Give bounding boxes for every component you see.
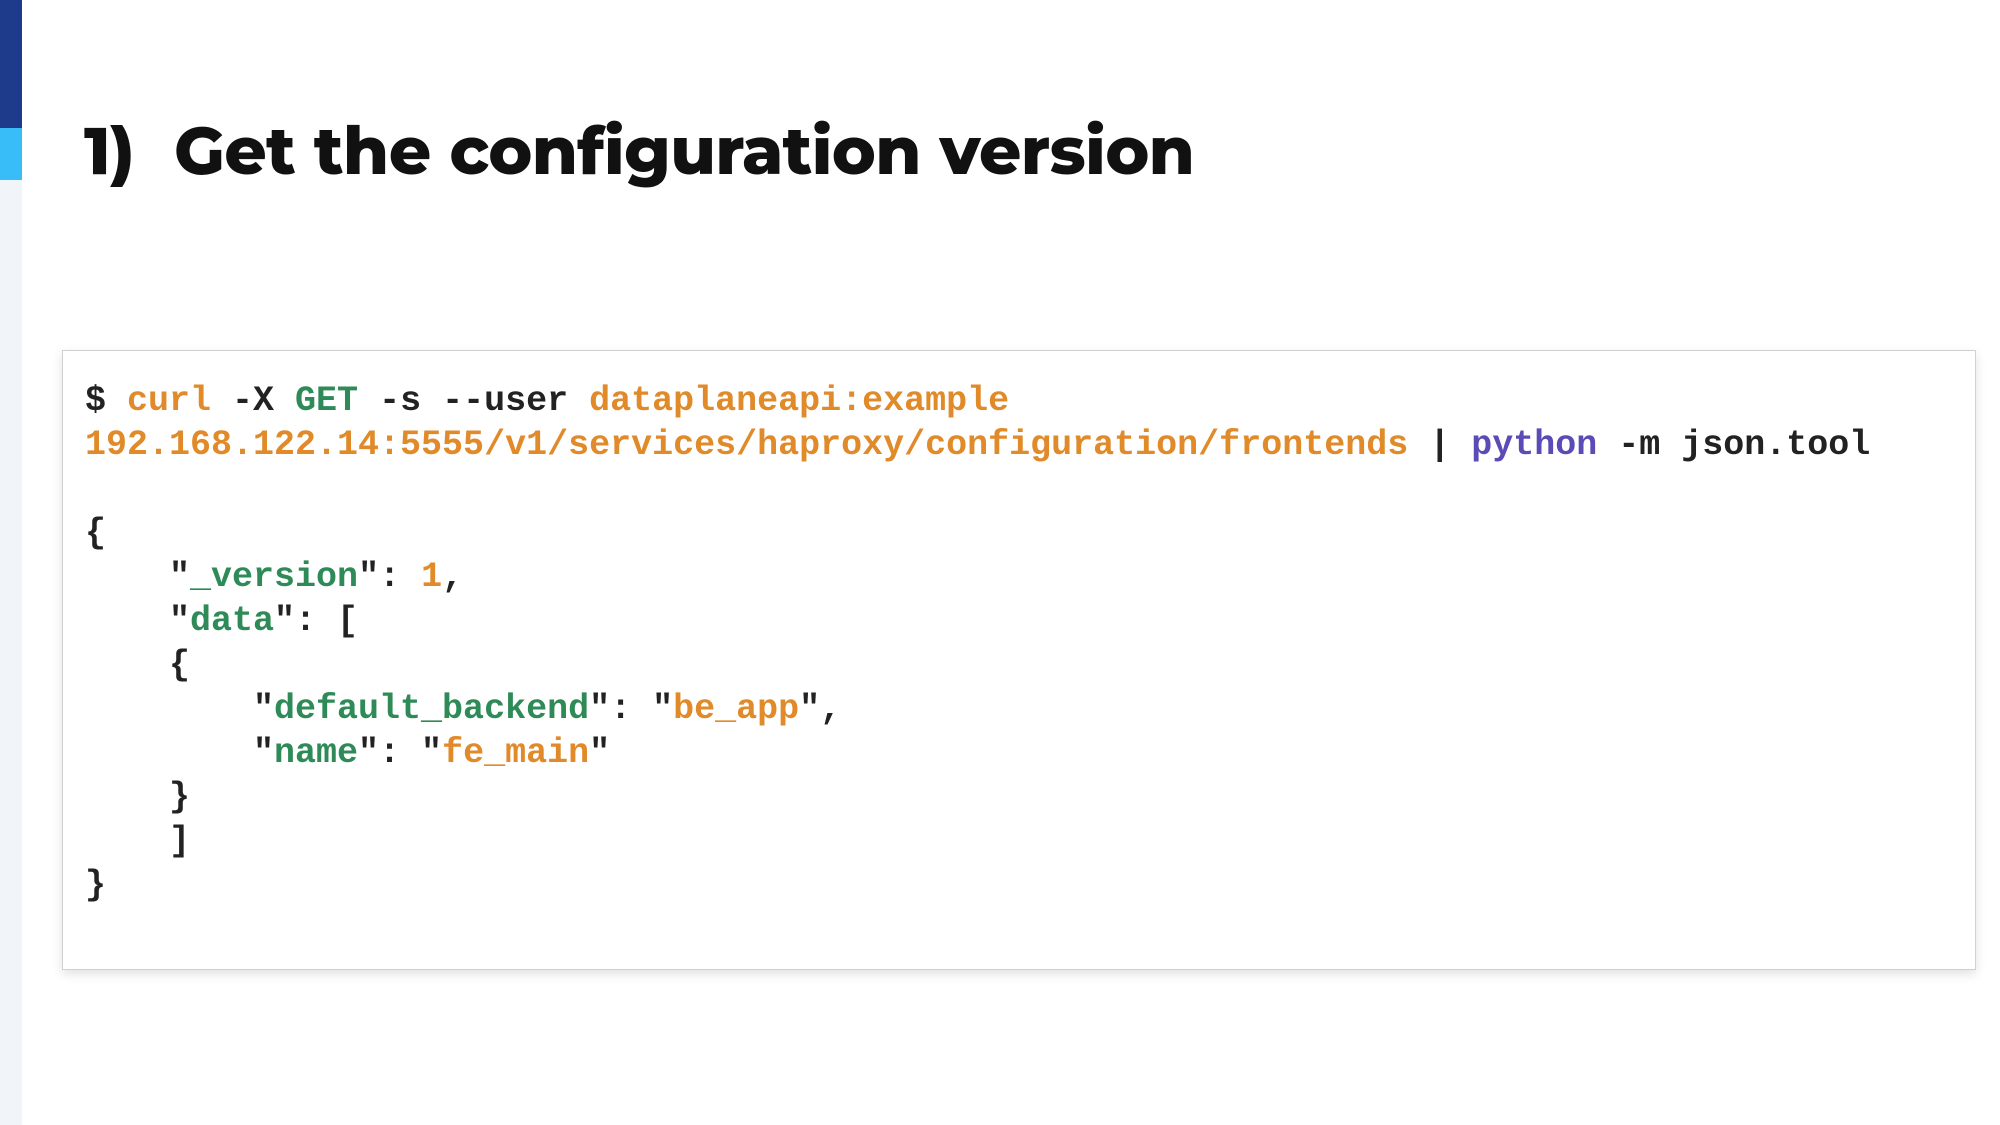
code-line-text: ": xyxy=(358,557,421,597)
code-line-text: " xyxy=(85,733,274,773)
code-cmd-curl: curl xyxy=(127,381,211,421)
code-url: 192.168.122.14:5555/v1/services/haproxy/… xyxy=(85,425,1408,465)
code-json-string: fe_main xyxy=(442,733,589,773)
code-curl-flags: -s --user xyxy=(358,381,589,421)
accent-bar-dark xyxy=(0,0,22,128)
code-credentials: dataplaneapi:example xyxy=(589,381,1009,421)
code-json-close-obj: } xyxy=(85,777,190,817)
slide-title: 1) Get the configuration version xyxy=(84,110,1194,191)
code-python-cmd: python xyxy=(1471,425,1597,465)
code-line-text: , xyxy=(442,557,463,597)
slide-title-text: Get the configuration version xyxy=(174,110,1194,191)
code-json-key: _version xyxy=(190,557,358,597)
code-json-number: 1 xyxy=(421,557,442,597)
code-json-key: name xyxy=(274,733,358,773)
code-json-open: { xyxy=(85,513,106,553)
code-flag-x: -X xyxy=(211,381,295,421)
code-line-text: ", xyxy=(799,689,841,729)
code-line-text: " xyxy=(85,689,274,729)
code-line-text: ": [ xyxy=(274,601,358,641)
code-line-text: ": " xyxy=(589,689,673,729)
code-prompt: $ xyxy=(85,381,127,421)
code-line-text: " xyxy=(85,601,190,641)
slide-title-number: 1) xyxy=(84,110,134,191)
code-python-args: -m json.tool xyxy=(1597,425,1870,465)
code-json-close: } xyxy=(85,865,106,905)
accent-bar-light xyxy=(0,128,22,180)
code-pipe: | xyxy=(1408,425,1471,465)
code-json-open-obj: { xyxy=(85,645,190,685)
code-line-text: ": " xyxy=(358,733,442,773)
code-http-method: GET xyxy=(295,381,358,421)
code-line-text: " xyxy=(85,557,190,597)
accent-bar-faint xyxy=(0,180,22,1125)
code-json-string: be_app xyxy=(673,689,799,729)
code-json-key: data xyxy=(190,601,274,641)
code-line-text: " xyxy=(589,733,610,773)
code-json-close-arr: ] xyxy=(85,821,190,861)
code-block: $ curl -X GET -s --user dataplaneapi:exa… xyxy=(62,350,1976,970)
code-json-key: default_backend xyxy=(274,689,589,729)
